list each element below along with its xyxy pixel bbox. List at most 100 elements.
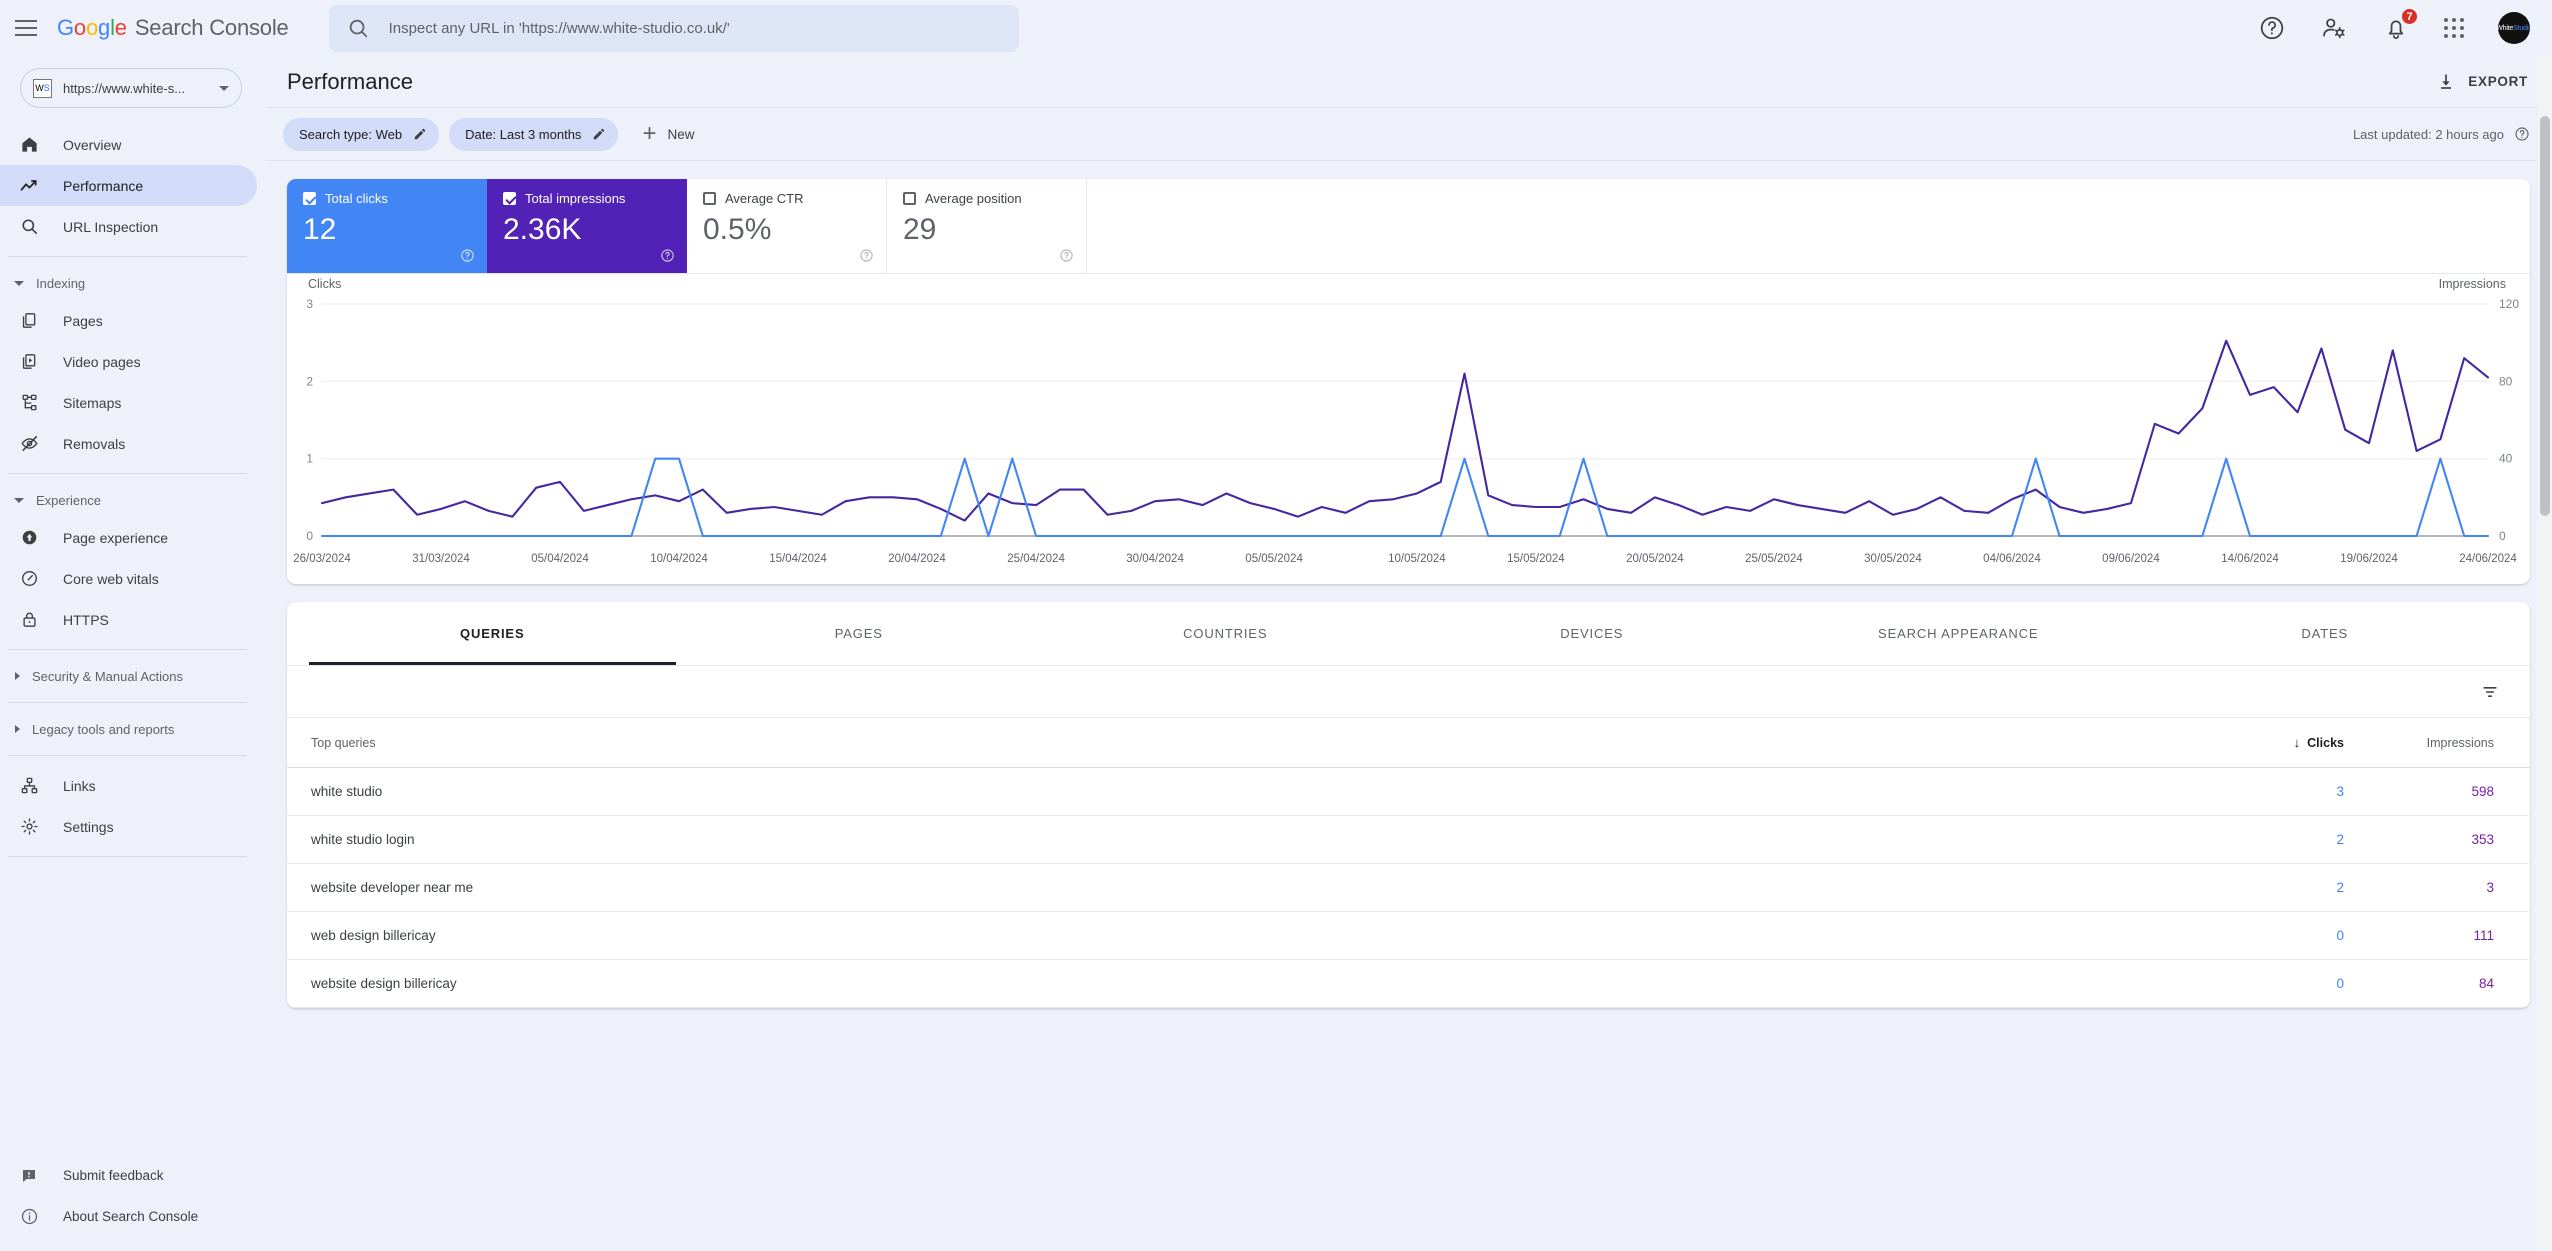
metric-checkbox[interactable] [703, 192, 716, 205]
metric-checkbox[interactable] [503, 192, 516, 205]
sidebar-item-label: Sitemaps [63, 394, 122, 411]
tab-pages[interactable]: PAGES [676, 602, 1043, 665]
metric-card-average-ctr[interactable]: Average CTR 0.5% [687, 179, 887, 273]
sidebar-item-links[interactable]: Links [0, 765, 257, 806]
x-axis-tick: 25/04/2024 [1007, 553, 1065, 565]
right-axis-tick: 0 [2499, 529, 2506, 543]
tab-label: QUERIES [460, 626, 525, 641]
page-scrollbar-track[interactable] [2538, 56, 2552, 1251]
sidebar-item-label: Links [63, 777, 96, 794]
metric-checkbox[interactable] [303, 192, 316, 205]
avatar[interactable]: White Studio [2498, 12, 2530, 44]
x-axis-tick: 25/05/2024 [1745, 553, 1803, 565]
sidebar-item-sitemaps[interactable]: Sitemaps [0, 382, 257, 423]
tab-devices[interactable]: DEVICES [1409, 602, 1776, 665]
sidebar-divider [8, 473, 247, 474]
table-row[interactable]: website design billericay 0 84 [287, 959, 2530, 1008]
table-row[interactable]: website developer near me 2 3 [287, 863, 2530, 912]
help-icon[interactable] [2258, 14, 2286, 42]
sidebar-item-https[interactable]: HTTPS [0, 599, 257, 640]
metric-card-total-clicks[interactable]: Total clicks 12 [287, 179, 487, 273]
sidebar-divider [8, 755, 247, 756]
table-row[interactable]: white studio 3 598 [287, 767, 2530, 816]
sidebar-group-security[interactable]: Security & Manual Actions [0, 659, 265, 693]
sidebar-divider [8, 702, 247, 703]
x-axis-tick: 05/05/2024 [1245, 553, 1303, 565]
page-header: Performance EXPORT [265, 56, 2552, 108]
x-axis-tick: 10/05/2024 [1388, 553, 1446, 565]
property-favicon: WS [33, 78, 52, 98]
performance-panel: Total clicks 12 Total impressions 2.36K [287, 179, 2530, 584]
help-icon[interactable] [2514, 126, 2530, 142]
right-axis-tick: 120 [2499, 297, 2519, 311]
sidebar-item-page-experience[interactable]: Page experience [0, 517, 257, 558]
sidebar-item-label: Video pages [63, 353, 141, 370]
tab-search-appearance[interactable]: SEARCH APPEARANCE [1775, 602, 2142, 665]
sidebar-group-experience[interactable]: Experience [0, 483, 265, 517]
page-scrollbar-thumb[interactable] [2540, 116, 2550, 516]
feedback-icon [19, 1166, 39, 1186]
product-name: Search Console [134, 15, 289, 40]
filter-chip-search-type[interactable]: Search type: Web [283, 117, 440, 151]
metric-checkbox[interactable] [903, 192, 916, 205]
metric-card-total-impressions[interactable]: Total impressions 2.36K [487, 179, 687, 273]
chevron-down-icon [219, 85, 229, 91]
sidebar-item-video-pages[interactable]: Video pages [0, 341, 257, 382]
metric-label: Total clicks [325, 191, 388, 206]
sidebar-item-overview[interactable]: Overview [0, 124, 257, 165]
table-head: Top queries ↓ Clicks Impressions [287, 718, 2530, 768]
filter-icon[interactable] [2480, 682, 2500, 702]
cell-impressions: 598 [2380, 767, 2530, 816]
new-filter-button[interactable]: + New [642, 122, 694, 146]
help-icon[interactable] [859, 248, 874, 263]
property-selector[interactable]: WS https://www.white-s... [20, 68, 242, 108]
sidebar-divider [8, 649, 247, 650]
metric-value: 29 [903, 213, 937, 246]
sidebar-item-performance[interactable]: Performance [0, 165, 257, 206]
filter-chip-date[interactable]: Date: Last 3 months [449, 117, 619, 151]
sidebar-group-legacy[interactable]: Legacy tools and reports [0, 712, 265, 746]
tab-label: DEVICES [1560, 626, 1624, 641]
column-impressions[interactable]: Impressions [2380, 718, 2530, 768]
help-icon[interactable] [460, 248, 475, 263]
tab-countries[interactable]: COUNTRIES [1042, 602, 1409, 665]
url-inspection-search[interactable]: Inspect any URL in 'https://www.white-st… [328, 4, 1019, 52]
apps-grid-icon[interactable] [2444, 18, 2464, 38]
account-settings-icon[interactable] [2320, 14, 2348, 42]
sidebar-item-label: Core web vitals [63, 570, 159, 587]
lock-icon [19, 610, 39, 630]
table-row[interactable]: web design billericay 0 111 [287, 911, 2530, 960]
last-updated-label: Last updated: 2 hours ago [2352, 126, 2504, 142]
column-top-queries[interactable]: Top queries [287, 718, 2230, 768]
help-icon[interactable] [1059, 248, 1074, 263]
metric-card-average-position[interactable]: Average position 29 [887, 179, 1087, 273]
cell-clicks: 2 [2230, 815, 2380, 864]
sidebar-divider [8, 856, 247, 857]
tab-queries[interactable]: QUERIES [309, 602, 676, 665]
x-axis-tick: 20/05/2024 [1626, 553, 1684, 565]
bell-icon[interactable]: 7 [2382, 7, 2419, 42]
sidebar-item-submit-feedback[interactable]: Submit feedback [0, 1155, 257, 1196]
sidebar-group-indexing[interactable]: Indexing [0, 266, 265, 300]
table-row[interactable]: white studio login 2 353 [287, 815, 2530, 864]
tab-dates[interactable]: DATES [2142, 602, 2509, 665]
tab-label: SEARCH APPEARANCE [1878, 626, 2039, 641]
help-icon[interactable] [660, 248, 675, 263]
sidebar-item-pages[interactable]: Pages [0, 300, 257, 341]
new-filter-label: New [667, 126, 695, 142]
export-button[interactable]: EXPORT [2424, 64, 2552, 100]
info-icon [19, 1207, 39, 1227]
export-label: EXPORT [2468, 74, 2528, 89]
sidebar-item-url-inspection[interactable]: URL Inspection [0, 206, 257, 247]
cell-query: web design billericay [287, 911, 2230, 960]
column-clicks[interactable]: ↓ Clicks [2230, 718, 2380, 768]
sidebar-item-removals[interactable]: Removals [0, 423, 257, 464]
hamburger-icon[interactable] [15, 13, 45, 43]
sidebar-group-label: Security & Manual Actions [32, 668, 184, 684]
sidebar-item-core-web-vitals[interactable]: Core web vitals [0, 558, 257, 599]
performance-chart[interactable]: Clicks Impressions 0 0 1 40 2 80 3 120 26/03/2024 3… [287, 274, 2530, 584]
sidebar-item-settings[interactable]: Settings [0, 806, 257, 847]
app-brand[interactable]: Google Search Console [57, 15, 289, 41]
sidebar-item-about-search-console[interactable]: About Search Console [0, 1196, 257, 1237]
cell-clicks: 2 [2230, 863, 2380, 912]
